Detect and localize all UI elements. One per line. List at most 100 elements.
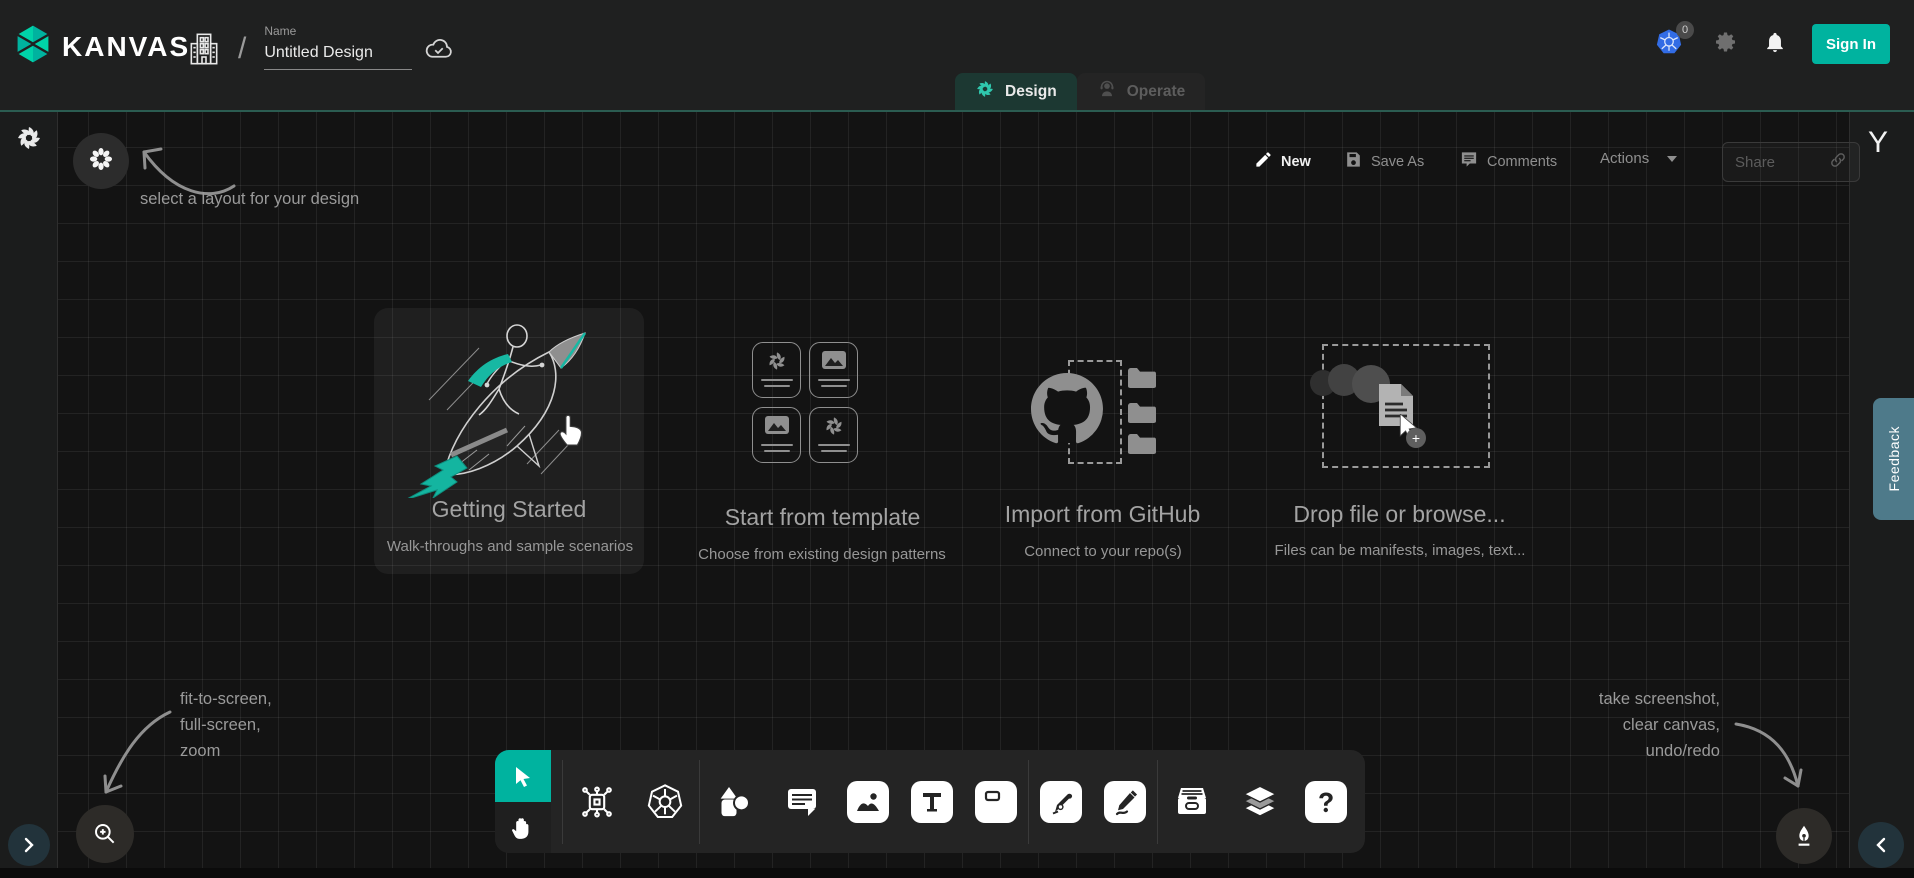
template-tile [752,407,801,463]
sign-in-button[interactable]: Sign In [1812,24,1890,64]
selection-tool-button[interactable] [495,750,551,802]
actions-dropdown[interactable]: Actions [1600,150,1677,167]
card-subtitle: Walk-throughs and sample scenarios [360,538,660,555]
kanvas-hexagon-icon [12,23,54,70]
save-as-label: Save As [1371,154,1424,170]
chevron-right-icon [21,837,37,853]
card-title: Start from template [695,504,950,531]
new-label: New [1281,154,1311,170]
help-tool-button[interactable] [1305,781,1347,823]
save-as-button[interactable]: Save As [1344,150,1424,173]
folder-icon [1126,432,1158,456]
feedback-button[interactable]: Feedback [1873,398,1914,520]
zoom-hint-arrow [92,700,182,805]
image-icon [853,787,883,817]
layers-tool-button[interactable] [1237,779,1283,825]
spiral-icon [766,350,788,372]
github-octocat-icon [1031,373,1103,445]
meshery-spiral-icon[interactable] [15,124,43,157]
plus-badge-icon: + [1406,428,1426,448]
layout-options-button[interactable] [73,133,129,189]
text-tool-button[interactable] [911,781,953,823]
flower-icon [88,146,114,177]
shapes-icon [714,782,754,822]
spiral-icon [823,415,845,437]
toolbar-divider [1157,760,1158,844]
comment-icon [782,782,822,822]
image-tool-button[interactable] [847,781,889,823]
template-tile [809,342,858,398]
drawer-tool-button[interactable] [1169,779,1215,825]
freehand-tool-button[interactable] [1104,781,1146,823]
design-name-field: Name [264,24,412,70]
pen-tool-icon [1046,787,1076,817]
actions-hint-text: take screenshot, clear canvas, undo/redo [1520,686,1720,764]
text-icon [917,787,947,817]
mode-tabs: Design Operate [955,73,1205,110]
shapes-tool-button[interactable] [711,779,757,825]
comment-tool-button[interactable] [779,779,825,825]
tab-design-label: Design [1005,83,1057,101]
header-actions: 0 Sign In [1654,0,1890,88]
kanvas-app: KANVAS / Name [0,0,1914,878]
bottom-edge [0,868,1914,878]
zoom-hint-text: fit-to-screen, full-screen, zoom [180,686,272,764]
y-logo-icon: Y [1868,126,1888,160]
image-icon [764,415,790,435]
breadcrumb: / Name [188,24,412,73]
name-label: Name [264,24,412,38]
layout-hint-text: select a layout for your design [140,186,359,212]
getting-started-card[interactable] [374,308,644,574]
expand-left-panel-button[interactable] [8,824,50,866]
folder-icon [1126,366,1158,390]
chevron-down-icon [1667,156,1677,162]
kanvas-logo[interactable]: KANVAS [12,23,190,70]
card-title: Getting Started [374,496,644,523]
toolbar-divider [699,760,700,844]
design-name-input[interactable] [264,42,412,70]
toolbar-divider [1028,760,1029,844]
collapse-right-panel-button[interactable] [1858,822,1904,868]
kubernetes-icon [645,782,685,822]
canvas-top-border [0,110,1914,112]
magnifier-zoom-in-icon [92,821,118,847]
pencil-icon [1254,150,1273,173]
image-icon [821,350,847,370]
component-tool-button[interactable] [574,779,620,825]
notifications-bell-icon[interactable] [1764,30,1786,59]
help-icon [1311,787,1341,817]
path-separator: / [238,32,246,66]
actions-hint-arrow [1728,712,1818,802]
cloud-sync-icon[interactable] [424,36,454,65]
card-subtitle: Choose from existing design patterns [672,546,972,563]
pan-tool-button[interactable] [495,802,551,853]
freehand-draw-icon [1110,787,1140,817]
zoom-button[interactable] [76,805,134,863]
new-button[interactable]: New [1254,150,1311,173]
comments-button[interactable]: Comments [1459,150,1557,173]
layers-icon [1239,781,1281,823]
left-rail [0,112,58,868]
tab-design[interactable]: Design [955,73,1077,110]
share-label: Share [1735,154,1775,171]
pen-nib-icon [1791,823,1817,849]
share-button[interactable]: Share [1722,142,1860,182]
note-tool-button[interactable] [975,781,1017,823]
pen-tool-button[interactable] [1040,781,1082,823]
card-title: Drop file or browse... [1272,501,1527,528]
floppy-icon [1344,150,1363,173]
selection-column [495,750,551,853]
tab-operate[interactable]: Operate [1077,73,1206,110]
kubernetes-context-button[interactable]: 0 [1654,27,1688,61]
toolbar-divider [562,760,563,844]
card-title: Import from GitHub [975,501,1230,528]
drawer-icon [1172,782,1212,822]
kubernetes-tool-button[interactable] [642,779,688,825]
actions-label: Actions [1600,150,1649,167]
settings-gear-icon[interactable] [1714,30,1738,59]
screenshot-pen-button[interactable] [1776,808,1832,864]
comments-icon [1459,150,1479,173]
hand-icon [510,815,536,841]
context-count-badge: 0 [1676,21,1694,39]
organization-icon[interactable] [188,30,220,73]
